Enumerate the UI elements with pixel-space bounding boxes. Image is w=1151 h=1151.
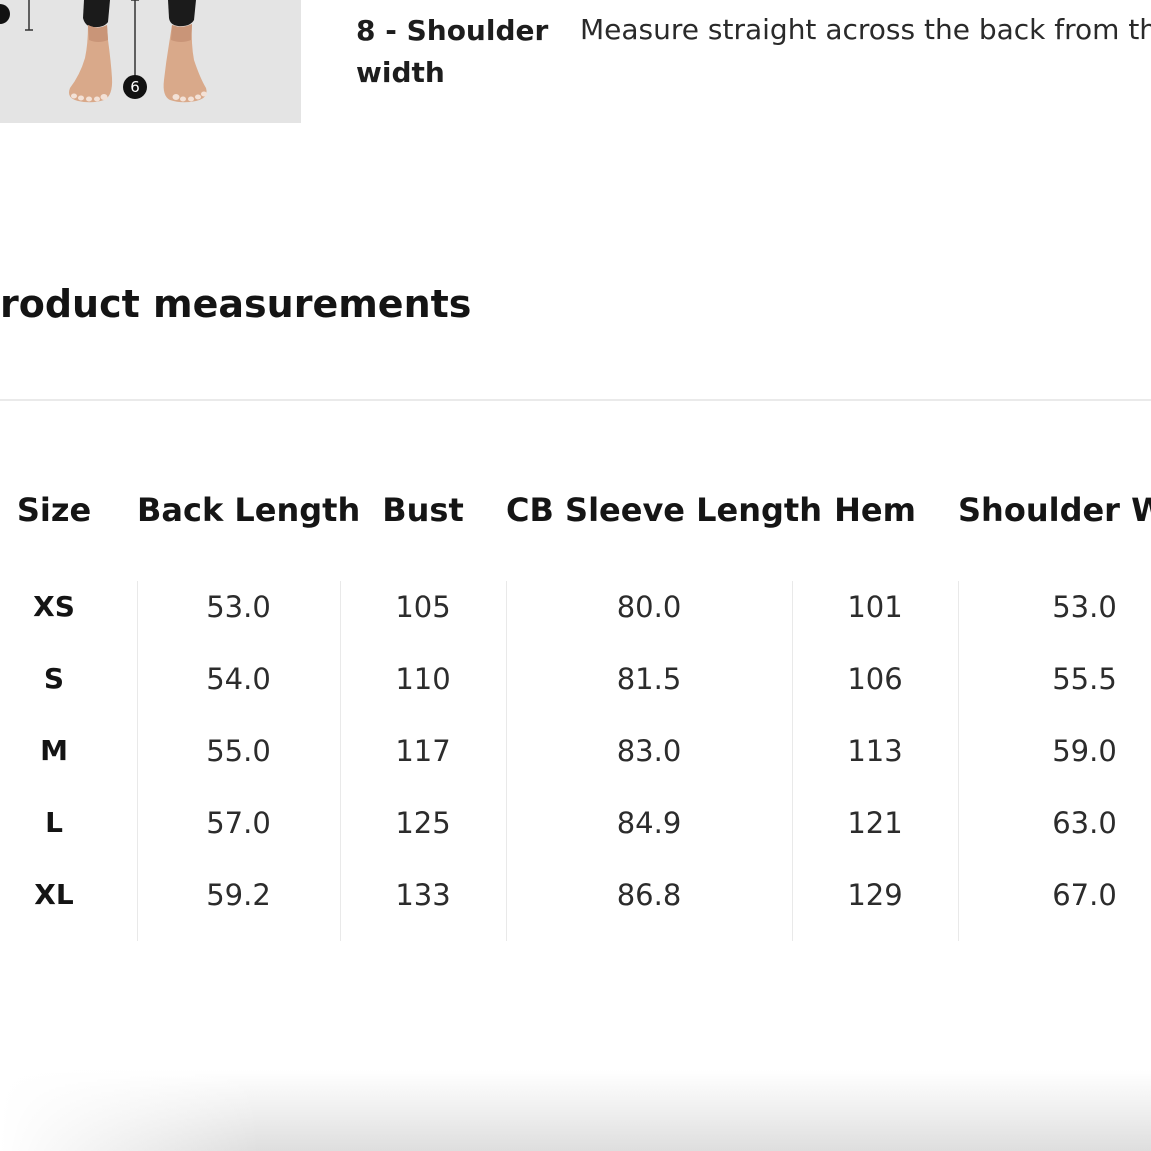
hem-cell: 129: [847, 878, 903, 912]
header-size: Size: [16, 491, 92, 529]
bust-cell: 105: [395, 590, 451, 624]
measurement-figure-image: 6: [0, 0, 301, 123]
header-cb-sleeve-length: CB Sleeve Length: [506, 491, 822, 529]
size-cell: XL: [34, 878, 74, 911]
shoulder-width-cell: 67.0: [1052, 878, 1117, 912]
shoulder-width-cell: 53.0: [1052, 590, 1117, 624]
bust-cell: 125: [395, 806, 451, 840]
guide-term-shoulder-width: 8 - Shoulder width: [356, 14, 549, 89]
cb-sleeve-length-cell: 84.9: [616, 806, 682, 840]
section-title: roduct measurements: [0, 282, 472, 326]
size-cell: S: [43, 662, 65, 695]
size-cell: M: [40, 734, 68, 767]
section-divider: [0, 399, 1151, 401]
measurement-marker-6: 6: [123, 75, 147, 99]
size-cell: L: [45, 806, 63, 839]
back-length-cell: 54.0: [206, 662, 271, 696]
cb-sleeve-length-cell: 86.8: [616, 878, 682, 912]
size-table: Size Back Length Bust CB Sleeve Length H…: [0, 474, 1151, 944]
hem-cell: 106: [847, 662, 903, 696]
header-bust: Bust: [382, 491, 464, 529]
size-cell: XS: [33, 590, 75, 623]
cb-sleeve-length-cell: 80.0: [616, 590, 682, 624]
guide-description: Measure straight across the back from th: [580, 13, 1151, 46]
hem-cell: 113: [847, 734, 903, 768]
shoulder-width-cell: 63.0: [1052, 806, 1117, 840]
bust-cell: 117: [395, 734, 451, 768]
shoulder-width-cell: 55.5: [1052, 662, 1117, 696]
header-shoulder-width: Shoulder Wi: [958, 491, 1151, 529]
back-length-cell: 59.2: [206, 878, 271, 912]
back-length-cell: 55.0: [206, 734, 271, 768]
cb-sleeve-length-cell: 83.0: [616, 734, 682, 768]
header-hem: Hem: [834, 491, 916, 529]
bottom-card-shadow-fade: [0, 1060, 260, 1151]
bust-cell: 110: [395, 662, 451, 696]
back-length-cell: 53.0: [206, 590, 271, 624]
hem-cell: 121: [847, 806, 903, 840]
back-length-cell: 57.0: [206, 806, 271, 840]
cb-sleeve-length-cell: 81.5: [616, 662, 682, 696]
header-back-length: Back Length: [137, 491, 361, 529]
hem-cell: 101: [847, 590, 903, 624]
bust-cell: 133: [395, 878, 451, 912]
shoulder-width-cell: 59.0: [1052, 734, 1117, 768]
legs-illustration: [0, 0, 301, 123]
